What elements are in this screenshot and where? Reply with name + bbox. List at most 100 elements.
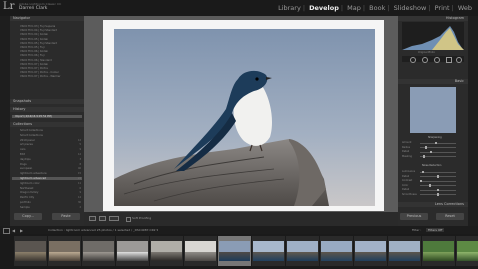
slider-knob[interactable]	[437, 175, 439, 178]
filmstrip-thumbnail[interactable]	[320, 236, 353, 266]
collection-item[interactable]: Sample	[20, 206, 30, 209]
left-panel-toggle-strip[interactable]	[0, 16, 10, 226]
collection-item[interactable]: Smart Collections	[20, 129, 43, 132]
collection-count: 40	[77, 167, 81, 171]
right-panel: Histogram Original Photo Basic Sharpenin…	[398, 16, 468, 226]
module-slideshow[interactable]: Slideshow	[394, 4, 427, 12]
slider-track[interactable]	[420, 156, 456, 157]
history-item[interactable]: Import (4/16/16 9:05:52 PM)	[15, 115, 52, 118]
filter-dropdown[interactable]: Filters Off	[426, 227, 445, 232]
preset-item[interactable]: VSCO Film 05 | Fuji Standard	[20, 42, 57, 45]
module-map[interactable]: Map	[347, 4, 361, 12]
module-print[interactable]: Print	[435, 4, 450, 12]
slider-knob[interactable]	[435, 141, 438, 144]
slider-label: Detail	[402, 174, 410, 178]
preset-item[interactable]: VSCO Film 07 | Portra - Warmer	[20, 75, 61, 78]
module-book[interactable]: Book	[369, 4, 385, 12]
preset-item[interactable]: VSCO Film 07 | Portra - Cooler	[20, 71, 59, 74]
collection-item[interactable]: portfolio	[20, 201, 31, 204]
preset-item[interactable]: VSCO Film 06 | Standard	[20, 59, 52, 62]
slider-track[interactable]	[420, 180, 456, 182]
collection-item[interactable]: daytrips	[20, 158, 31, 161]
preset-item[interactable]: VSCO Film 04 | Kodak	[20, 33, 48, 36]
slider-knob[interactable]	[428, 184, 431, 187]
collection-item[interactable]: Northwest	[20, 187, 33, 190]
back-arrow-icon[interactable]: ◀	[12, 228, 15, 233]
filmstrip-thumbnail[interactable]	[456, 236, 478, 266]
adjustment-brush-icon[interactable]	[456, 57, 462, 63]
collection-item[interactable]: lightroom advanced	[20, 177, 46, 180]
histogram-header[interactable]: Histogram	[398, 16, 468, 21]
paste-button[interactable]: Paste	[52, 213, 80, 220]
filmstrip-thumbnail[interactable]	[286, 236, 319, 266]
previous-button[interactable]: Previous	[400, 213, 428, 220]
collection-item[interactable]: Oregon family	[20, 191, 38, 194]
crop-tool-icon[interactable]	[410, 57, 416, 63]
history-header[interactable]: History	[10, 107, 84, 112]
collection-item[interactable]: Pacific City	[20, 196, 34, 199]
reset-button[interactable]: Reset	[436, 213, 464, 220]
preset-item[interactable]: VSCO Film 06 | Fuji	[20, 54, 44, 57]
preset-item[interactable]: VSCO Film 06 | Kodak	[20, 50, 48, 53]
filmstrip-thumbnail[interactable]	[218, 236, 251, 266]
module-web[interactable]: Web	[458, 4, 472, 12]
slider-track[interactable]	[420, 151, 456, 153]
before-after-button[interactable]	[99, 216, 106, 221]
slider-knob[interactable]	[423, 155, 426, 158]
collection-item[interactable]: Dogs	[20, 163, 27, 166]
filmstrip-thumbnail[interactable]	[116, 236, 149, 266]
navigator-header[interactable]: Navigator	[10, 16, 84, 21]
soft-proofing-checkbox[interactable]	[126, 217, 131, 222]
snapshots-header[interactable]: Snapshots	[10, 99, 84, 104]
module-library[interactable]: Library	[278, 4, 301, 12]
preset-item[interactable]: VSCO Film 03 | Fuji Superia	[20, 25, 55, 28]
collections-header[interactable]: Collections	[10, 122, 84, 127]
preset-item[interactable]: VSCO Film 05 | Kodak	[20, 38, 48, 41]
preset-item[interactable]: VSCO Film 07 | Portra	[20, 67, 48, 70]
lens-corrections-header[interactable]: Lens Corrections	[398, 202, 468, 207]
collection-item[interactable]: lightroom color	[20, 182, 40, 185]
filmstrip-thumbnail[interactable]	[14, 236, 47, 266]
preset-item[interactable]: VSCO Film 05 | Fuji	[20, 46, 44, 49]
slider-knob[interactable]	[430, 150, 433, 153]
module-develop[interactable]: Develop	[309, 4, 339, 12]
forward-arrow-icon[interactable]: ▶	[20, 228, 23, 233]
graduated-filter-icon[interactable]	[446, 57, 452, 63]
slider-knob[interactable]	[420, 179, 422, 182]
basic-header[interactable]: Basic	[398, 79, 468, 84]
copy-button[interactable]: Copy...	[14, 213, 42, 220]
slider-knob[interactable]	[437, 188, 439, 191]
slider-label: Luminance	[402, 170, 416, 173]
slider-track[interactable]	[420, 185, 456, 186]
collection-count: 5	[79, 143, 81, 147]
filmstrip-thumbnail[interactable]	[48, 236, 81, 266]
slider-track[interactable]	[420, 171, 456, 173]
slider-track[interactable]	[420, 142, 456, 144]
filmstrip-thumbnail[interactable]	[388, 236, 421, 266]
filmstrip-thumbnail[interactable]	[252, 236, 285, 266]
collection-item[interactable]: lightroom adventure	[20, 172, 47, 175]
red-eye-icon[interactable]	[434, 57, 440, 63]
filmstrip-thumbnail[interactable]	[150, 236, 183, 266]
collection-item[interactable]: 2019 panel	[20, 139, 35, 142]
collection-item[interactable]: art pieces	[20, 143, 33, 146]
filmstrip-thumbnail[interactable]	[422, 236, 455, 266]
slider-knob[interactable]	[421, 170, 424, 173]
collection-item[interactable]: cars	[20, 148, 25, 151]
slider-knob[interactable]	[437, 193, 439, 196]
filmstrip-thumbnail[interactable]	[82, 236, 115, 266]
compare-view-button[interactable]	[109, 216, 119, 221]
preset-item[interactable]: VSCO Film 04 | Fuji Standard	[20, 29, 57, 32]
right-panel-toggle-strip[interactable]	[468, 16, 478, 226]
collection-item[interactable]: european	[20, 167, 32, 170]
collection-item[interactable]: Smart Collections	[20, 134, 43, 137]
slider-knob[interactable]	[425, 146, 428, 149]
collection-item[interactable]: Edit	[20, 153, 25, 156]
main-photo[interactable]	[114, 29, 375, 206]
filmstrip-source[interactable]: Collection : lightroom advanced 25 photo…	[48, 228, 158, 232]
filmstrip-thumbnail[interactable]	[354, 236, 387, 266]
filmstrip-thumbnail[interactable]	[184, 236, 217, 266]
preset-item[interactable]: VSCO Film 07 | Kodak	[20, 63, 48, 66]
spot-removal-icon[interactable]	[422, 57, 428, 63]
loupe-view-button[interactable]	[89, 216, 96, 221]
